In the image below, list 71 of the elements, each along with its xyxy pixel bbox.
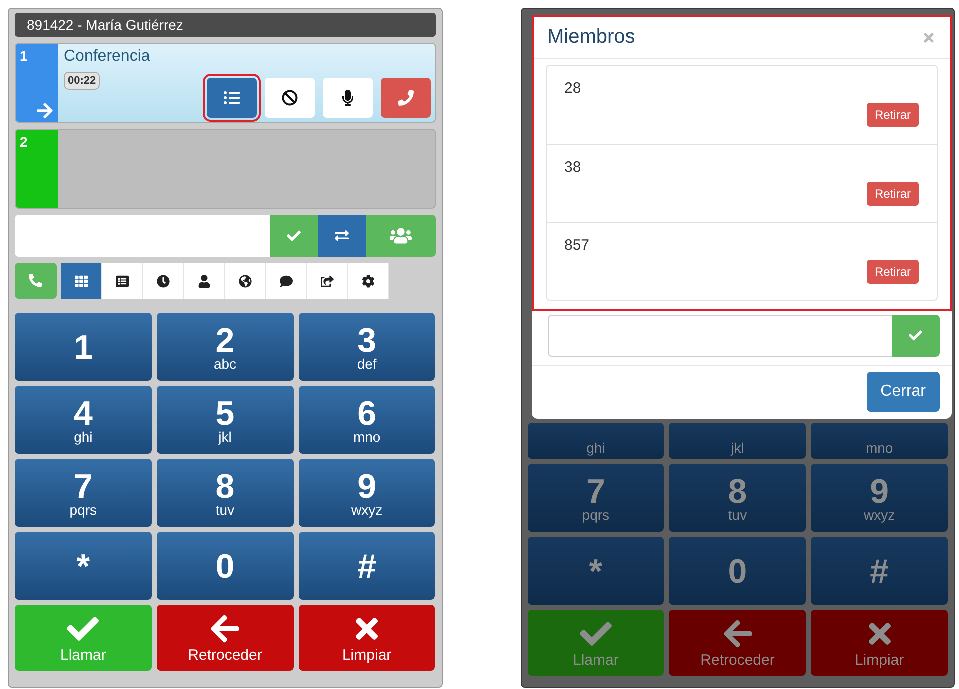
keypad-key[interactable]: # [811, 537, 948, 605]
arrow-left-icon [722, 618, 754, 650]
keypad-key[interactable]: 7 pqrs [528, 464, 664, 532]
toolbar-tab[interactable] [266, 263, 307, 299]
keypad-key[interactable]: 6 mno [298, 386, 436, 454]
check-icon [909, 329, 923, 343]
list-icon [224, 90, 240, 106]
list-icon [116, 274, 128, 288]
clear-button[interactable]: Limpiar [298, 605, 436, 671]
ban-icon [282, 90, 298, 106]
backspace-button[interactable]: Retroceder [669, 610, 806, 676]
caller-title: 891422 - María Gutiérrez [15, 13, 436, 37]
phone-icon [29, 274, 43, 288]
keypad-key[interactable]: 8 tuv [669, 464, 806, 532]
microphone-icon [340, 90, 356, 106]
keypad-key[interactable]: ghi [528, 423, 664, 459]
keypad-key[interactable]: 7 pqrs [15, 459, 152, 527]
check-icon [286, 229, 300, 243]
keypad-key[interactable]: 0 [156, 532, 294, 600]
clear-button[interactable]: Limpiar [811, 610, 948, 676]
line-action-button[interactable] [264, 78, 314, 118]
keypad-key[interactable]: 9 wxyz [298, 459, 436, 527]
grid-icon [74, 274, 88, 288]
line-number-tab: 1 [16, 44, 58, 122]
toolbar-tab[interactable] [307, 263, 348, 299]
toolbar-tab[interactable] [143, 263, 184, 299]
member-input-field[interactable] [548, 315, 892, 357]
member-number: 38 [564, 159, 582, 176]
member-number: 857 [564, 237, 591, 254]
dialog-title: Miembros [548, 26, 636, 49]
call-button[interactable]: Llamar [15, 605, 152, 671]
call-timer: 00:22 [64, 72, 100, 90]
keypad-key[interactable]: * [528, 537, 664, 605]
keypad-key[interactable]: 4 ghi [15, 386, 152, 454]
member-number: 28 [564, 80, 582, 97]
keypad-key[interactable]: 2 abc [156, 313, 294, 381]
arrow-right-icon [36, 102, 54, 120]
arrows-exchange-icon [334, 229, 348, 243]
keypad-key[interactable]: 1 [15, 313, 152, 381]
keypad-key[interactable]: 8 tuv [156, 459, 294, 527]
clock-icon [156, 274, 170, 288]
keypad-key[interactable]: 5 jkl [156, 386, 294, 454]
keypad-key[interactable]: * [15, 532, 152, 600]
keypad-key[interactable]: jkl [669, 423, 806, 459]
backspace-button[interactable]: Retroceder [156, 605, 294, 671]
remove-button[interactable]: Retirar [866, 182, 919, 206]
transfer-button[interactable] [318, 215, 366, 257]
globe-icon [238, 274, 252, 288]
remove-button[interactable]: Retirar [866, 103, 919, 127]
user-icon [198, 274, 210, 288]
line-label: Conferencia [64, 48, 152, 66]
keypad-key[interactable]: 0 [669, 537, 806, 605]
keypad-key[interactable]: # [298, 532, 436, 600]
toolbar-tab[interactable] [184, 263, 225, 299]
speech-bubble-icon [280, 274, 292, 288]
keypad-key[interactable]: 3 def [298, 313, 436, 381]
close-dialog-button[interactable]: Cerrar [866, 372, 940, 412]
phone-icon [398, 90, 414, 106]
share-icon [320, 274, 334, 288]
remove-button[interactable]: Retirar [866, 260, 919, 284]
keypad-key[interactable]: 9 wxyz [811, 464, 948, 532]
line-action-button[interactable] [322, 78, 372, 118]
dial-input-field[interactable] [15, 215, 270, 257]
toolbar-tab[interactable] [225, 263, 266, 299]
settings-icon [362, 274, 374, 288]
toolbar-tab[interactable] [102, 263, 143, 299]
close-icon [922, 30, 936, 44]
line-number-tab: 2 [16, 130, 58, 208]
keypad-key[interactable]: mno [811, 423, 948, 459]
toolbar-tab[interactable] [348, 263, 389, 299]
arrow-left-icon [209, 612, 242, 644]
